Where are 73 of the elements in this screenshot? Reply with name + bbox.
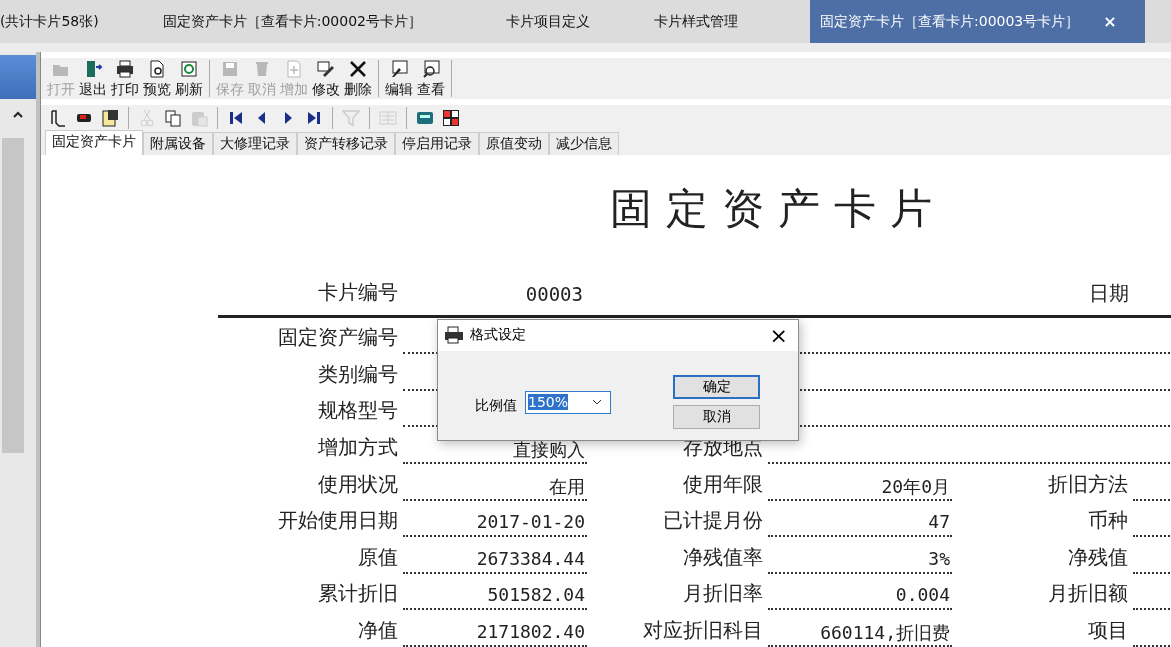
printer-icon — [115, 58, 135, 79]
printer-icon — [444, 326, 464, 345]
card-tab[interactable]: 大修理记录 — [213, 131, 297, 155]
toolbar-button[interactable]: 刷新 — [173, 58, 205, 100]
close-button[interactable]: × — [1103, 12, 1117, 31]
field-label: 使用状况 — [318, 470, 399, 498]
toolbar-button[interactable]: 退出 — [77, 58, 109, 100]
value-field: 660114,折旧费 — [768, 621, 952, 647]
field-label: 净值 — [358, 617, 399, 644]
card-tab[interactable]: 固定资产卡片 — [45, 129, 143, 155]
cross-icon — [348, 58, 368, 79]
dialog-button[interactable]: 确定 — [673, 374, 760, 399]
field-label: 比例值 — [475, 396, 517, 415]
dialog-button[interactable]: 取消 — [673, 404, 760, 429]
field-label: 净残值率 — [683, 543, 764, 571]
field-label: 月折旧额 — [1048, 580, 1129, 608]
toolbar-button[interactable]: 编辑 — [383, 58, 415, 100]
field-label: 卡片编号 — [318, 278, 399, 306]
value-field: 在用 — [403, 474, 587, 501]
value-field: 20年0月 — [768, 474, 952, 501]
toolbar-button[interactable]: 查看 — [415, 58, 447, 100]
field-label: 原值 — [358, 543, 399, 571]
value-field: 47 — [768, 511, 952, 538]
chevron-down-icon — [592, 399, 602, 406]
field-label: 类别编号 — [318, 360, 399, 388]
field-label: 项目 — [1088, 617, 1129, 644]
scrollbar[interactable] — [2, 138, 24, 453]
toolbar-button[interactable]: 预览 — [141, 58, 173, 100]
toolbar-button[interactable]: 修改 — [310, 58, 342, 100]
value-field: 2017-01-20 — [403, 511, 587, 538]
field-label: 币种 — [1088, 507, 1129, 535]
page-icon — [147, 58, 167, 79]
card-tab[interactable]: 资产转移记录 — [297, 131, 395, 155]
card-tab[interactable]: 减少信息 — [549, 131, 619, 155]
close-button[interactable]: × — [759, 322, 798, 348]
magnifier-icon — [421, 58, 441, 79]
value-field: 501582.04 — [403, 584, 587, 611]
value-field: 0.004 — [768, 584, 952, 611]
field-label: 固定资产编号 — [278, 324, 399, 352]
field-label: 开始使用日期 — [278, 507, 399, 535]
document-tab[interactable]: (共计卡片58张) — [0, 0, 99, 43]
field-label: 累计折旧 — [318, 580, 399, 608]
field-label: 增加方式 — [318, 434, 399, 462]
value-field: 2673384.44 — [403, 547, 587, 574]
dialog-title: 格式设定 — [470, 326, 527, 345]
document-tab[interactable]: 固定资产卡片［查看卡片:00003号卡片］ × — [810, 0, 1145, 43]
pencil-icon — [316, 58, 336, 79]
refresh-icon — [179, 58, 199, 79]
field-label: 日期 — [1089, 280, 1130, 308]
document-tab[interactable]: 卡片项目定义 — [484, 0, 612, 43]
value-field: 3% — [768, 547, 952, 574]
field-label: 月折旧率 — [683, 580, 764, 608]
field-label: 对应折旧科目 — [643, 617, 764, 644]
toolbar-button[interactable]: 打印 — [109, 58, 141, 100]
card-tab[interactable]: 附属设备 — [143, 131, 213, 155]
document-tab[interactable]: 卡片样式管理 — [632, 0, 760, 43]
document-tab[interactable]: 固定资产卡片［查看卡片:00002号卡片］ — [140, 0, 444, 43]
card-title: 固定资产卡片 — [609, 182, 947, 235]
card-tab[interactable]: 原值变动 — [479, 131, 549, 155]
side-header — [0, 55, 36, 99]
card-number: 00003 — [524, 282, 584, 305]
scale-select[interactable]: 150% — [525, 390, 611, 414]
card-tab[interactable]: 停启用记录 — [395, 131, 479, 155]
field-label: 使用年限 — [683, 470, 764, 498]
value-field: 2171802.40 — [403, 621, 587, 647]
edit-icon — [389, 58, 409, 79]
page-plus-icon — [284, 58, 304, 79]
field-label: 折旧方法 — [1048, 470, 1129, 498]
toolbar-button[interactable]: 删除 — [342, 58, 374, 100]
field-label: 净残值 — [1068, 543, 1129, 571]
field-label: 已计提月份 — [663, 507, 764, 535]
field-label: 规格型号 — [318, 397, 399, 425]
chevron-up-icon[interactable] — [13, 111, 23, 118]
